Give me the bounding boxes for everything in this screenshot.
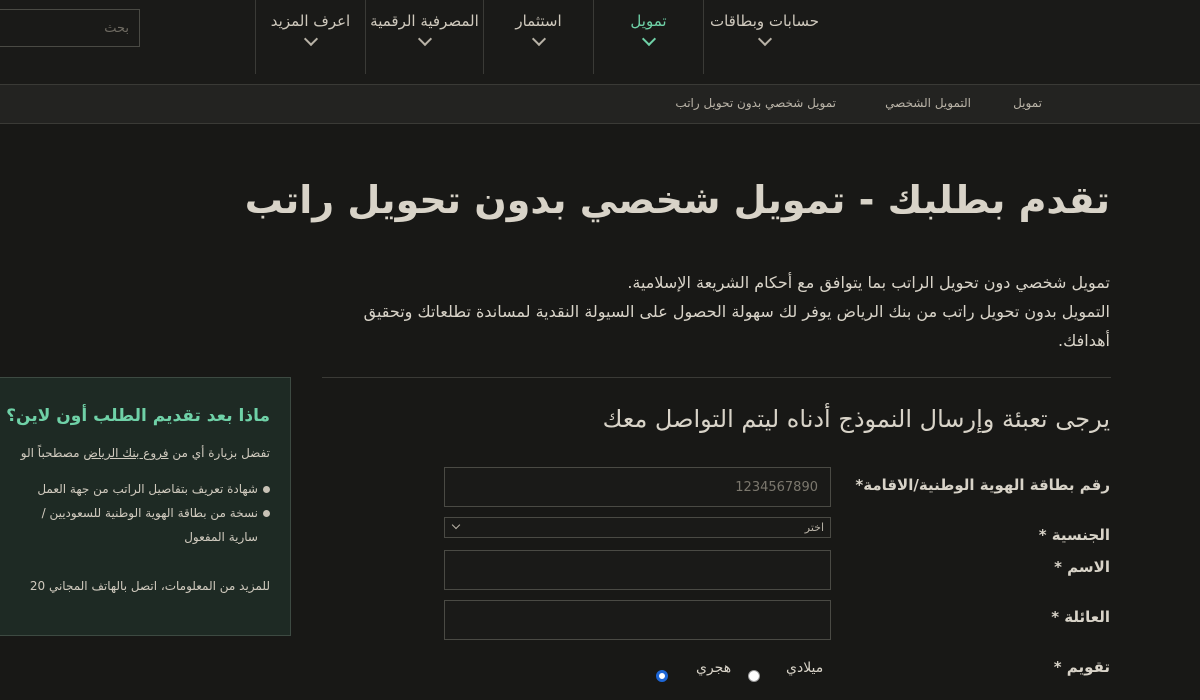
calendar-gregorian-label: ميلادي: [786, 660, 824, 676]
info-visit-prefix: تفضل بزيارة أي من: [172, 446, 270, 460]
chevron-down-icon: [417, 31, 432, 47]
national-id-field[interactable]: [444, 467, 831, 507]
info-doc-item-1: شهادة تعريف بتفاصيل الراتب من جهة العمل: [37, 482, 270, 496]
branches-link[interactable]: فروع بنك الرياض: [83, 446, 168, 460]
breadcrumb-item-financing[interactable]: تمويل: [1013, 96, 1042, 110]
nav-item-learn-more[interactable]: اعرف المزيد: [255, 0, 365, 74]
top-nav-bar: حسابات وبطاقات تمويل استثمار المصرفية ال…: [0, 0, 1200, 85]
info-doc-1-text: شهادة تعريف بتفاصيل الراتب من جهة العمل: [37, 482, 258, 496]
family-name-field[interactable]: [444, 600, 831, 640]
page-title: تقدم بطلبك - تمويل شخصي بدون تحويل راتب: [244, 178, 1110, 222]
calendar-hijri-label: هجري: [696, 660, 732, 676]
calendar-gregorian-radio[interactable]: [748, 670, 760, 682]
nav-item-label: المصرفية الرقمية: [370, 12, 479, 30]
info-contact-text: للمزيد من المعلومات، اتصل بالهاتف المجان…: [29, 579, 270, 593]
info-doc-2-text: نسخة من بطاقة الهوية الوطنية للسعوديين /: [41, 506, 258, 520]
info-visit-text: تفضل بزيارة أي من فروع بنك الرياض مصطحبا…: [21, 446, 270, 460]
chevron-down-icon: [641, 31, 656, 47]
after-application-info-box: ماذا بعد تقديم الطلب أون لاين؟ تفضل بزيا…: [0, 377, 291, 636]
form-title: يرجى تعبئة وإرسال النموذج أدناه ليتم الت…: [602, 405, 1110, 433]
intro-line-2: التمويل بدون تحويل راتب من بنك الرياض يو…: [363, 302, 1110, 350]
chevron-down-icon: [303, 31, 318, 47]
calendar-label: تقويم *: [1053, 658, 1110, 676]
info-doc-2-continuation: سارية المفعول: [184, 530, 258, 544]
nav-item-digital-banking[interactable]: المصرفية الرقمية: [365, 0, 483, 74]
nav-item-label: اعرف المزيد: [270, 12, 351, 30]
first-name-field[interactable]: [444, 550, 831, 590]
nationality-label: الجنسية *: [1038, 526, 1110, 544]
page-intro: تمويل شخصي دون تحويل الراتب بما يتوافق م…: [320, 268, 1110, 355]
breadcrumb: تمويل التمويل الشخصي تمويل شخصي بدون تحو…: [0, 85, 1200, 124]
national-id-label: رقم بطاقة الهوية الوطنية/الاقامة*: [855, 476, 1110, 494]
nav-item-financing[interactable]: تمويل: [593, 0, 703, 74]
nav-item-accounts-cards[interactable]: حسابات وبطاقات: [703, 0, 825, 74]
nationality-selected-value: اختر: [804, 521, 824, 534]
chevron-down-icon: [451, 520, 461, 530]
first-name-label: الاسم *: [1054, 558, 1110, 576]
info-visit-suffix: مصطحباً الو: [20, 446, 80, 460]
nationality-select[interactable]: اختر: [444, 517, 831, 538]
calendar-hijri-radio[interactable]: [656, 670, 668, 682]
search-box[interactable]: [0, 9, 140, 47]
nav-item-label: تمويل: [630, 12, 667, 30]
breadcrumb-item-personal-financing[interactable]: التمويل الشخصي: [885, 96, 971, 110]
nav-item-investment[interactable]: استثمار: [483, 0, 593, 74]
chevron-down-icon: [757, 31, 772, 47]
bullet-icon: [263, 486, 270, 493]
nav-item-label: استثمار: [515, 12, 562, 30]
info-box-title: ماذا بعد تقديم الطلب أون لاين؟: [6, 406, 270, 426]
breadcrumb-item-current: تمويل شخصي بدون تحويل راتب: [675, 96, 836, 110]
chevron-down-icon: [531, 31, 546, 47]
section-divider: [322, 377, 1111, 378]
info-doc-item-2: نسخة من بطاقة الهوية الوطنية للسعوديين /: [42, 506, 270, 520]
search-input[interactable]: [0, 10, 139, 46]
nav-item-label: حسابات وبطاقات: [709, 12, 819, 30]
intro-line-1: تمويل شخصي دون تحويل الراتب بما يتوافق م…: [627, 273, 1110, 292]
family-name-label: العائلة *: [1051, 608, 1110, 626]
bullet-icon: [263, 510, 270, 517]
